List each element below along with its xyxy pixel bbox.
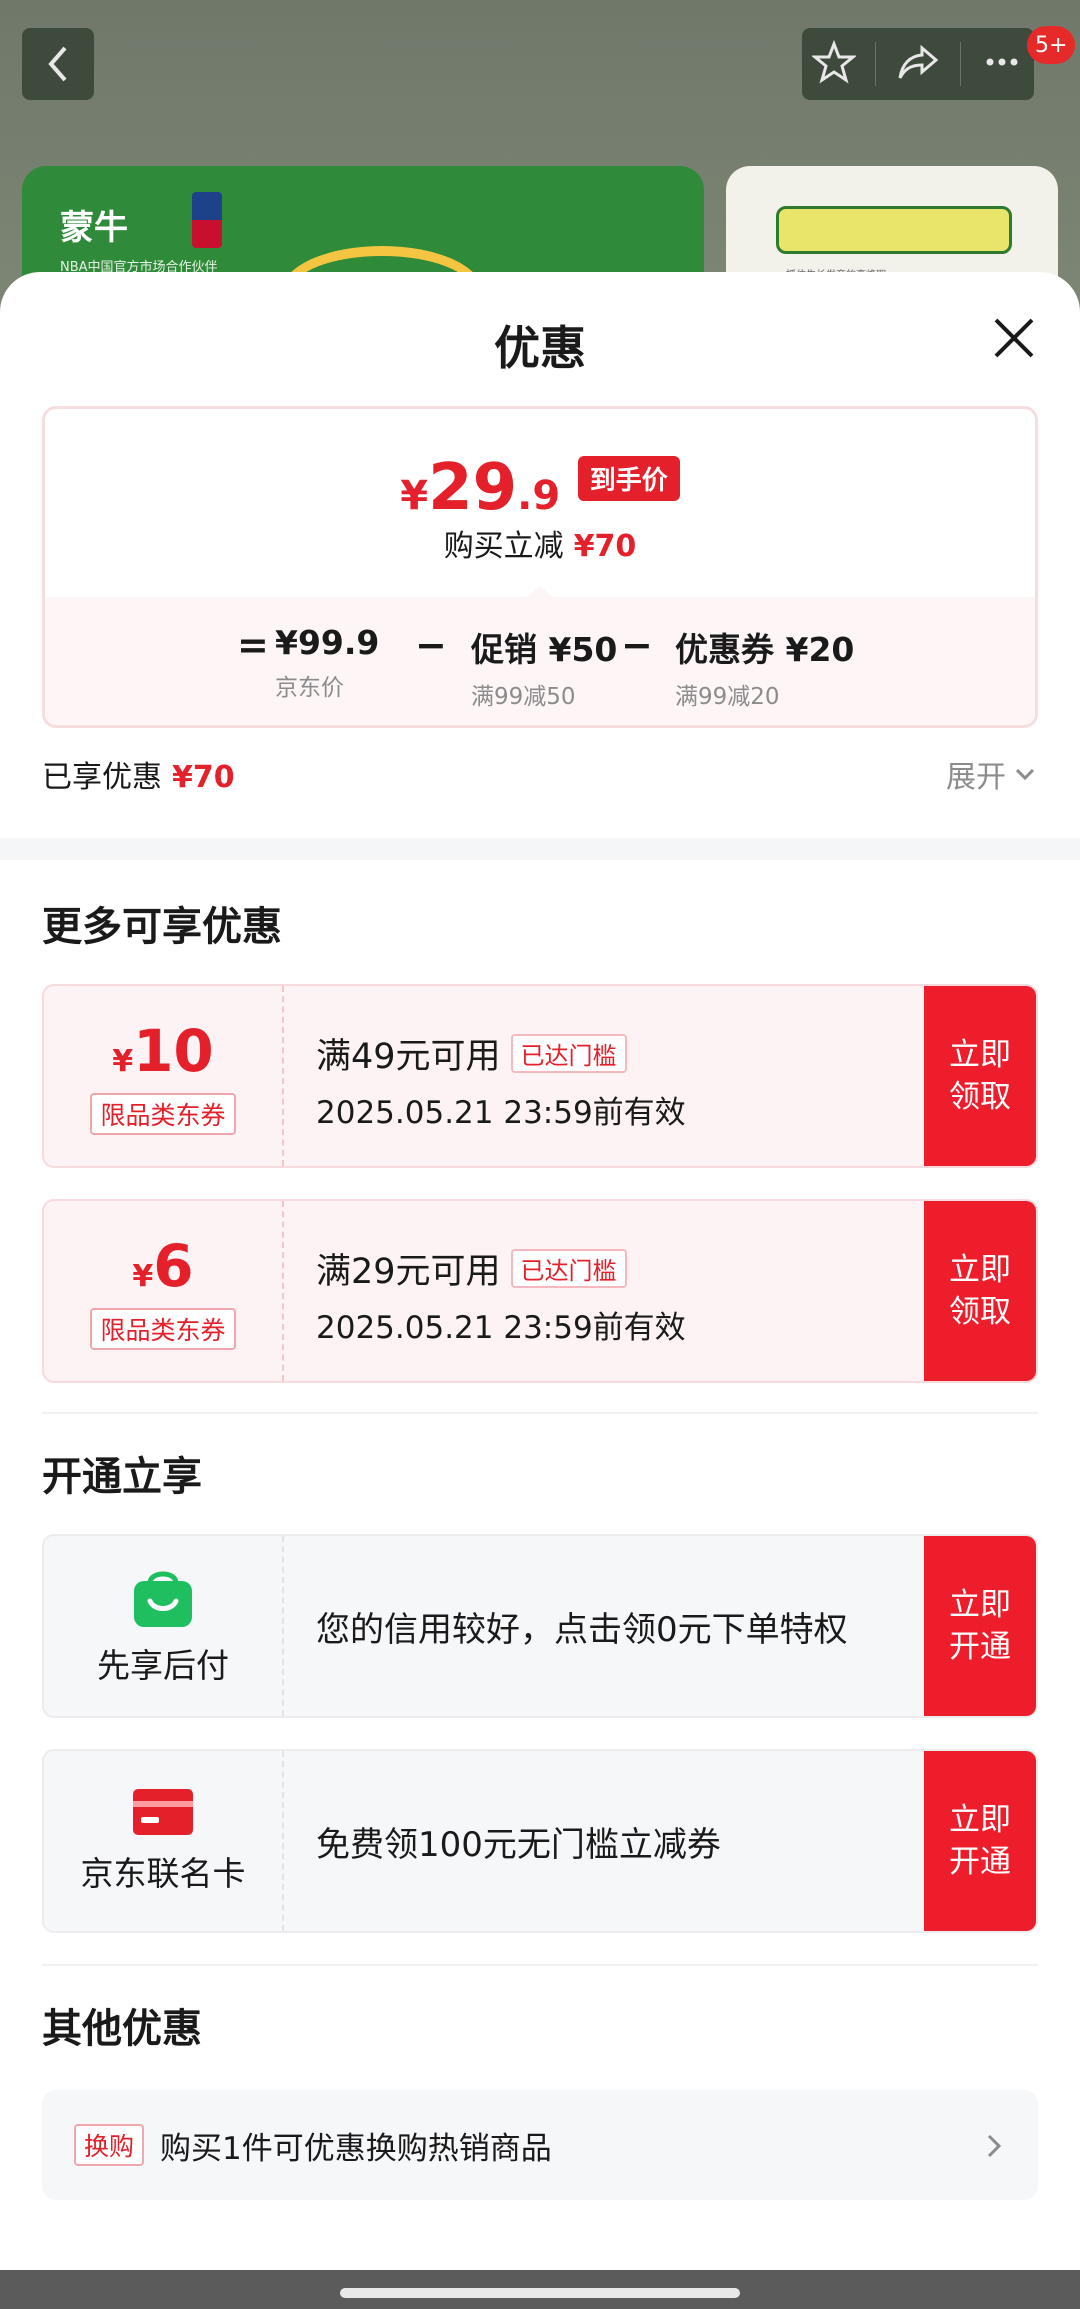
minus-sign: − bbox=[415, 623, 447, 667]
equals-sign: = bbox=[237, 623, 269, 667]
other-offers-title: 其他优惠 bbox=[42, 2006, 202, 2052]
coupon-card: ¥6 限品类东券 满29元可用 已达门槛 2025.05.21 23:59前有效… bbox=[42, 1199, 1038, 1383]
coupon-type-badge: 限品类东券 bbox=[90, 1093, 236, 1135]
jd-price-value: ¥99.9 bbox=[275, 623, 380, 662]
thumbnail-slogan-box bbox=[776, 206, 1012, 254]
message-badge: 5+ bbox=[1027, 26, 1076, 64]
activate-title: 开通立享 bbox=[42, 1454, 202, 1500]
more-icon[interactable] bbox=[980, 40, 1024, 88]
threshold-met-badge: 已达门槛 bbox=[510, 1034, 627, 1073]
price-summary-card: ¥29.9 到手价 购买立减 ¥70 = ¥99.9 京东价 − 促销 ¥50 满… bbox=[42, 406, 1038, 728]
coupon-amount-block: ¥6 限品类东券 bbox=[44, 1201, 284, 1381]
coupon-value: 优惠券 ¥20 bbox=[675, 630, 855, 669]
enjoyed-label: 已享优惠 bbox=[42, 760, 162, 795]
coupon-amount-value: 10 bbox=[133, 1017, 214, 1085]
coupon-amount: ¥10 bbox=[112, 1017, 214, 1085]
trade-in-tag: 换购 bbox=[74, 2124, 145, 2166]
expand-button[interactable]: 展开 bbox=[946, 752, 1038, 796]
favorite-star-icon[interactable] bbox=[810, 39, 857, 88]
service-identity: 先享后付 bbox=[44, 1536, 284, 1716]
close-icon bbox=[994, 318, 1034, 358]
claim-coupon-button[interactable]: 立即 领取 bbox=[924, 1201, 1036, 1381]
trade-in-text: 购买1件可优惠换购热销商品 bbox=[160, 2130, 552, 2167]
close-button[interactable] bbox=[992, 316, 1036, 360]
price-integer: 29 bbox=[428, 451, 518, 525]
expand-label: 展开 bbox=[946, 760, 1006, 795]
minus-sign: − bbox=[621, 623, 653, 667]
coupon-condition-text: 满29元可用 bbox=[316, 1252, 501, 1292]
service-identity: 京东联名卡 bbox=[44, 1751, 284, 1931]
chevron-right-icon bbox=[987, 2134, 1002, 2158]
instant-saving-label: 购买立减 bbox=[443, 529, 564, 564]
divider bbox=[959, 42, 961, 86]
coupon-details: 满49元可用 已达门槛 2025.05.21 23:59前有效 bbox=[316, 1028, 686, 1132]
final-price: ¥29.9 到手价 bbox=[45, 451, 1035, 525]
service-description: 免费领100元无门槛立减券 bbox=[316, 1824, 721, 1865]
coupon-currency: ¥ bbox=[112, 1044, 134, 1079]
service-card: 先享后付 您的信用较好，点击领0元下单特权 立即 开通 bbox=[42, 1534, 1038, 1718]
top-actions-bar bbox=[802, 28, 1034, 100]
sheet-title: 优惠 bbox=[494, 321, 586, 375]
divider bbox=[42, 1412, 1038, 1414]
coupon-condition: 满29元可用 已达门槛 bbox=[316, 1243, 686, 1294]
activate-button[interactable]: 立即 开通 bbox=[924, 1536, 1036, 1716]
system-nav-bar bbox=[0, 2270, 1080, 2309]
share-icon[interactable] bbox=[896, 40, 940, 88]
more-offers-title: 更多可享优惠 bbox=[42, 904, 282, 950]
claim-coupon-button[interactable]: 立即 领取 bbox=[924, 986, 1036, 1166]
coupon-amount-value: 6 bbox=[153, 1232, 194, 1300]
divider bbox=[42, 1964, 1038, 1966]
price-decimal: .9 bbox=[517, 473, 561, 519]
coupon-amount-block: ¥10 限品类东券 bbox=[44, 986, 284, 1166]
offers-sheet: 优惠 ¥29.9 到手价 购买立减 ¥70 = ¥99.9 京东价 − 促销 ¥5… bbox=[0, 272, 1080, 2270]
breakdown-coupon: 优惠券 ¥20 满99减20 bbox=[675, 623, 854, 711]
instant-saving: 购买立减 ¥70 bbox=[45, 521, 1035, 565]
breakdown-promo: 促销 ¥50 满99减50 bbox=[471, 623, 617, 711]
final-price-tag: 到手价 bbox=[577, 456, 680, 501]
service-description: 您的信用较好，点击领0元下单特权 bbox=[316, 1609, 848, 1650]
back-button[interactable] bbox=[22, 28, 94, 100]
section-divider bbox=[0, 838, 1080, 860]
threshold-met-badge: 已达门槛 bbox=[510, 1249, 627, 1288]
promo-value: 促销 ¥50 bbox=[471, 630, 618, 669]
coupon-details: 满29元可用 已达门槛 2025.05.21 23:59前有效 bbox=[316, 1243, 686, 1347]
coupon-amount: ¥6 bbox=[132, 1232, 193, 1300]
divider bbox=[875, 42, 877, 86]
trade-in-offer-row[interactable]: 换购 购买1件可优惠换购热销商品 bbox=[42, 2090, 1038, 2200]
chevron-left-icon bbox=[48, 46, 67, 82]
enjoyed-value: ¥70 bbox=[172, 760, 235, 795]
coupon-rule: 满99减20 bbox=[675, 684, 780, 710]
banner-brand: 蒙牛 bbox=[60, 208, 128, 248]
coupon-type-badge: 限品类东券 bbox=[90, 1308, 236, 1350]
enjoyed-discount-row: 已享优惠 ¥70 展开 bbox=[42, 752, 1038, 802]
coupon-currency: ¥ bbox=[132, 1259, 154, 1294]
coupon-validity: 2025.05.21 23:59前有效 bbox=[316, 1095, 686, 1131]
coupon-card: ¥10 限品类东券 满49元可用 已达门槛 2025.05.21 23:59前有… bbox=[42, 984, 1038, 1168]
coupon-condition: 满49元可用 已达门槛 bbox=[316, 1028, 686, 1079]
price-currency: ¥ bbox=[400, 473, 429, 519]
chevron-down-icon bbox=[1015, 768, 1035, 781]
instant-saving-value: ¥70 bbox=[573, 529, 637, 564]
breakdown-jd-price: ¥99.9 京东价 bbox=[275, 623, 379, 702]
home-indicator[interactable] bbox=[340, 2288, 740, 2298]
credit-card-icon bbox=[133, 1789, 193, 1835]
service-name: 京东联名卡 bbox=[80, 1854, 246, 1893]
service-name: 先享后付 bbox=[97, 1646, 229, 1685]
promo-rule: 满99减50 bbox=[471, 684, 576, 710]
service-card: 京东联名卡 免费领100元无门槛立减券 立即 开通 bbox=[42, 1749, 1038, 1933]
price-breakdown: = ¥99.9 京东价 − 促销 ¥50 满99减50 − 优惠券 ¥20 满9… bbox=[45, 597, 1035, 725]
activate-button[interactable]: 立即 开通 bbox=[924, 1751, 1036, 1931]
coupon-validity: 2025.05.21 23:59前有效 bbox=[316, 1310, 686, 1346]
jd-price-label: 京东价 bbox=[275, 675, 344, 701]
nba-logo bbox=[192, 192, 222, 248]
coupon-condition-text: 满49元可用 bbox=[316, 1037, 501, 1077]
shopping-bag-icon bbox=[134, 1571, 192, 1627]
